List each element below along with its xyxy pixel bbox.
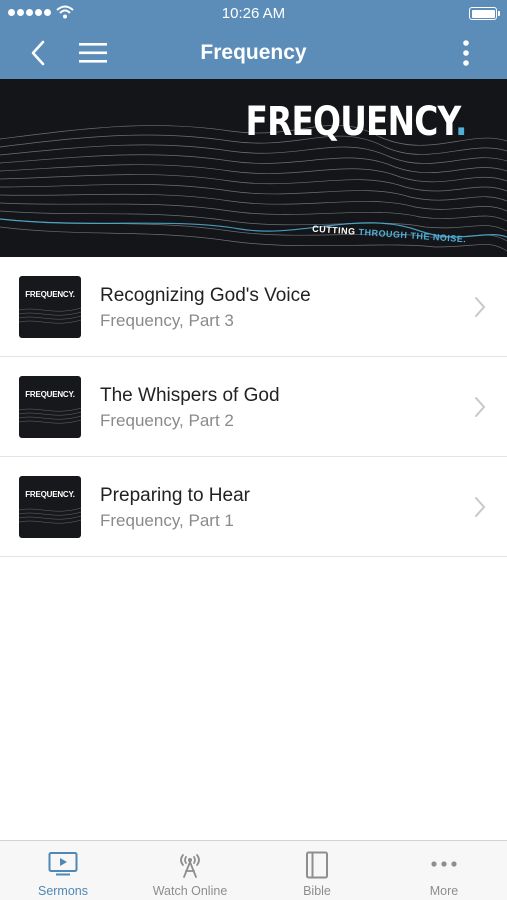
tab-label: Sermons (37, 884, 89, 898)
status-time: 10:26 AM (221, 5, 286, 22)
sermon-row[interactable]: FREQUENCY. Recognizing God's Voice Frequ… (0, 257, 507, 357)
sermon-subtitle: Frequency, Part 1 (100, 511, 234, 530)
tab-label: Bible (303, 884, 331, 898)
tab-bible[interactable]: Bible (254, 841, 380, 900)
sermon-row[interactable]: FREQUENCY. Preparing to Hear Frequency, … (0, 457, 507, 557)
battery-icon (469, 7, 500, 20)
nav-bar: Frequency (0, 28, 507, 79)
book-icon (306, 851, 328, 879)
tv-play-icon (48, 852, 78, 876)
sermon-title: Recognizing God's Voice (100, 285, 311, 306)
tab-label: More (429, 884, 459, 898)
chevron-right-icon (475, 297, 486, 317)
sermon-thumbnail: FREQUENCY. (19, 376, 81, 438)
sermon-subtitle: Frequency, Part 2 (100, 411, 234, 430)
tab-label: Watch Online (152, 884, 228, 898)
tab-more[interactable]: More (381, 841, 507, 900)
chevron-right-icon (475, 397, 486, 417)
series-logo-dot: . (455, 99, 467, 145)
page-title: Frequency (200, 41, 307, 64)
sermon-subtitle: Frequency, Part 3 (100, 311, 234, 330)
sermon-list: FREQUENCY. Recognizing God's Voice Frequ… (0, 257, 507, 557)
status-bar: 10:26 AM (0, 0, 507, 28)
thumbnail-label: FREQUENCY. (25, 290, 75, 299)
broadcast-tower-icon (180, 854, 200, 878)
series-logo-text: FREQUENCY (245, 99, 456, 145)
vertical-dots-icon[interactable] (451, 39, 481, 69)
thumbnail-label: FREQUENCY. (25, 390, 75, 399)
horizontal-dots-icon (431, 861, 457, 867)
series-logo: FREQUENCY. (245, 99, 468, 145)
sermon-title: The Whispers of God (100, 385, 280, 406)
sermon-row[interactable]: FREQUENCY. The Whispers of God Frequency… (0, 357, 507, 457)
tab-watch-online[interactable]: Watch Online (127, 841, 253, 900)
series-banner: FREQUENCY. CUTTING THROUGH THE NOISE. (0, 79, 507, 257)
sermon-thumbnail: FREQUENCY. (19, 276, 81, 338)
chevron-right-icon (475, 497, 486, 517)
sermon-title: Preparing to Hear (100, 485, 250, 506)
thumbnail-label: FREQUENCY. (25, 490, 75, 499)
sermon-thumbnail: FREQUENCY. (19, 476, 81, 538)
tab-bar: Sermons Watch Online Bible More (0, 840, 507, 900)
tab-sermons[interactable]: Sermons (0, 841, 126, 900)
